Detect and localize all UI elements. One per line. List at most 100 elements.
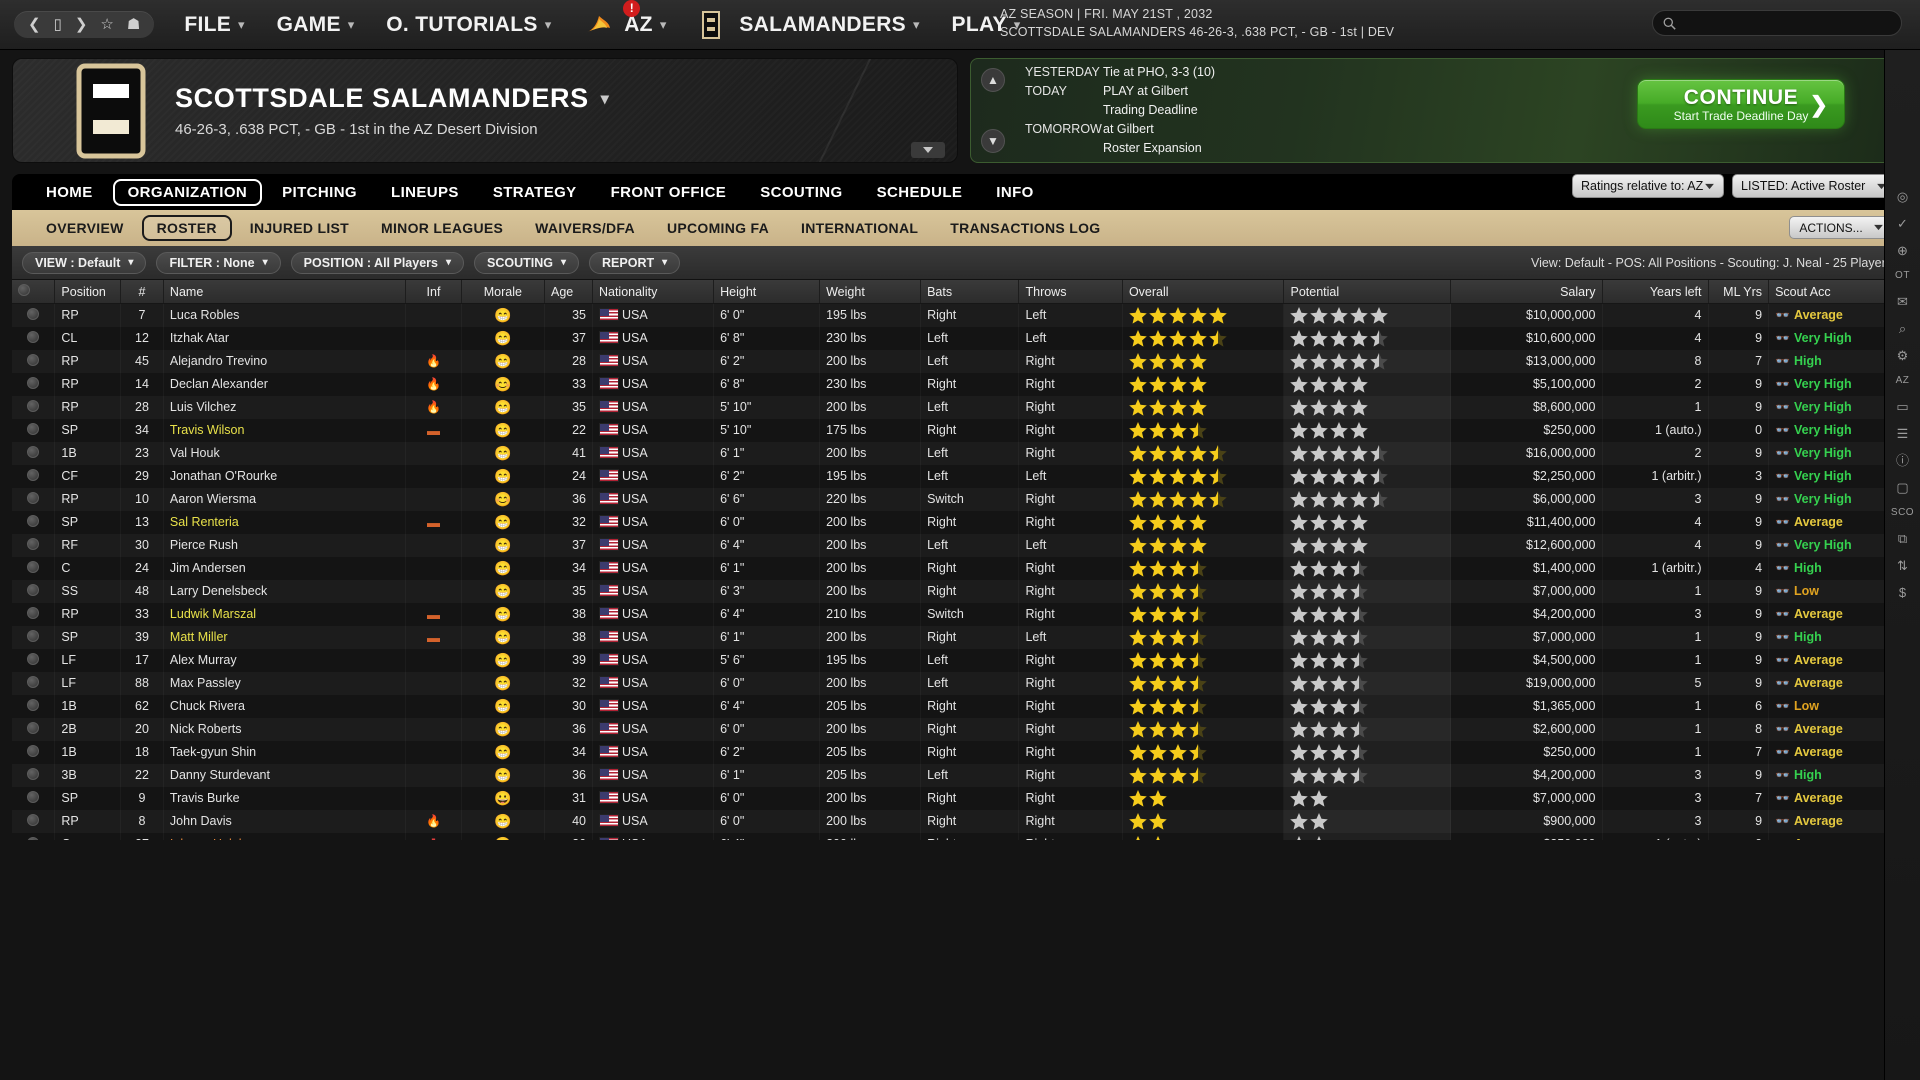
table-row[interactable]: LF 17 Alex Murray 😁 39 USA 5' 6" 195 lbs Left Rig… bbox=[12, 648, 1908, 672]
cell-name[interactable]: Pierce Rush bbox=[163, 534, 405, 557]
filter-button-2[interactable]: POSITION : All Players ▾ bbox=[290, 251, 465, 274]
rail-mail-icon[interactable]: ✉ bbox=[1897, 295, 1908, 308]
row-select-radio[interactable] bbox=[12, 511, 55, 534]
player-name-link[interactable]: Jim Andersen bbox=[170, 561, 246, 575]
table-row[interactable]: SS 48 Larry Denelsbeck 😁 35 USA 6' 3" 200 lbs Ri… bbox=[12, 579, 1908, 603]
column-header-salary[interactable]: Salary bbox=[1450, 280, 1603, 304]
subtab-transactions-log[interactable]: TRANSACTIONS LOG bbox=[936, 216, 1114, 240]
tab-home[interactable]: HOME bbox=[32, 180, 107, 205]
rail-gear-icon[interactable]: ⚙ bbox=[1897, 349, 1909, 362]
column-header-position[interactable]: Position bbox=[54, 280, 122, 304]
cell-name[interactable]: Larry Denelsbeck bbox=[163, 580, 405, 603]
browser-nav-pill[interactable]: ❮ ▯ ❯ ☆ ☗ bbox=[14, 11, 155, 38]
player-name-link[interactable]: Alejandro Trevino bbox=[170, 354, 267, 368]
row-select-radio[interactable] bbox=[12, 626, 55, 649]
rail-dollar-icon[interactable]: $ bbox=[1899, 586, 1906, 599]
menu-file[interactable]: FILE ▾ bbox=[184, 13, 244, 37]
row-select-radio[interactable] bbox=[12, 718, 55, 741]
player-name-link[interactable]: Iokewe Holeka bbox=[170, 837, 252, 840]
player-name-link[interactable]: Luis Vilchez bbox=[170, 400, 236, 414]
table-row[interactable]: C27Iokewe Holeka✚😁26USA6' 4"200 lbsRight… bbox=[12, 832, 1908, 840]
player-name-link[interactable]: Nick Roberts bbox=[170, 722, 242, 736]
column-header-throws[interactable]: Throws bbox=[1018, 280, 1123, 304]
player-name-link[interactable]: Chuck Rivera bbox=[170, 699, 245, 713]
cell-name[interactable]: Val Houk bbox=[163, 442, 405, 465]
rail-info-icon[interactable]: ⓘ bbox=[1896, 454, 1909, 467]
table-row[interactable]: SP 39 Matt Miller ▬ 😁 38 USA 6' 1" 200 lbs Right L… bbox=[12, 625, 1908, 649]
row-select-radio[interactable] bbox=[12, 649, 55, 672]
rail-check-icon[interactable]: ✓ bbox=[1897, 217, 1908, 230]
filter-button-4[interactable]: REPORT ▾ bbox=[589, 251, 681, 274]
subtab-minor-leagues[interactable]: MINOR LEAGUES bbox=[367, 216, 517, 240]
column-header-height[interactable]: Height bbox=[713, 280, 821, 304]
column-header-bats[interactable]: Bats bbox=[920, 280, 1020, 304]
rail-chart-icon[interactable]: ☰ bbox=[1897, 427, 1909, 440]
tab-info[interactable]: INFO bbox=[982, 180, 1047, 205]
column-header-inf[interactable]: Inf bbox=[405, 280, 462, 304]
menu-tutorials[interactable]: O. TUTORIALS ▾ bbox=[386, 13, 551, 37]
column-header-name[interactable]: Name bbox=[163, 280, 407, 304]
table-row[interactable]: RP 45 Alejandro Trevino 🔥 😁 28 USA 6' 2" 200 lbs… bbox=[12, 349, 1908, 373]
player-name-link[interactable]: John Davis bbox=[170, 814, 232, 828]
back-arrow-icon[interactable]: ❮ bbox=[28, 17, 41, 32]
table-row[interactable]: CL 12 Itzhak Atar 😁 37 USA 6' 8" 230 lbs Left Lef… bbox=[12, 326, 1908, 350]
cell-name[interactable]: Max Passley bbox=[163, 672, 405, 695]
rail-screen-icon[interactable]: ▢ bbox=[1896, 481, 1908, 494]
row-select-radio[interactable] bbox=[12, 741, 55, 764]
column-header-potential[interactable]: Potential bbox=[1283, 280, 1452, 304]
row-select-radio[interactable] bbox=[12, 419, 55, 442]
cell-name[interactable]: Sal Renteria bbox=[163, 511, 405, 534]
search-input[interactable] bbox=[1652, 10, 1902, 36]
cell-name[interactable]: Luca Robles bbox=[163, 304, 405, 327]
row-select-radio[interactable] bbox=[12, 764, 55, 787]
player-name-link[interactable]: Jonathan O'Rourke bbox=[170, 469, 277, 483]
tab-scouting[interactable]: SCOUTING bbox=[746, 180, 856, 205]
player-name-link[interactable]: Aaron Wiersma bbox=[170, 492, 256, 506]
cell-name[interactable]: Matt Miller bbox=[163, 626, 405, 649]
row-select-radio[interactable] bbox=[12, 833, 55, 840]
menu-game[interactable]: GAME ▾ bbox=[277, 13, 355, 37]
cell-name[interactable]: Itzhak Atar bbox=[163, 327, 405, 350]
cell-name[interactable]: Alex Murray bbox=[163, 649, 405, 672]
row-select-radio[interactable] bbox=[12, 488, 55, 511]
cell-name[interactable]: Iokewe Holeka bbox=[163, 833, 405, 840]
player-name-link[interactable]: Travis Burke bbox=[170, 791, 240, 805]
rail-search-icon[interactable]: ⌕ bbox=[1899, 322, 1906, 335]
column-header-weight[interactable]: Weight bbox=[819, 280, 922, 304]
row-select-radio[interactable] bbox=[12, 603, 55, 626]
row-select-radio[interactable] bbox=[12, 787, 55, 810]
table-row[interactable]: 2B 20 Nick Roberts 😁 36 USA 6' 0" 200 lbs Right R… bbox=[12, 717, 1908, 741]
table-row[interactable]: 1B 18 Taek-gyun Shin 😁 34 USA 6' 2" 205 lbs Righ… bbox=[12, 740, 1908, 764]
subtab-international[interactable]: INTERNATIONAL bbox=[787, 216, 932, 240]
menu-league-az[interactable]: AZ ▾ ! bbox=[583, 0, 666, 38]
cell-name[interactable]: Chuck Rivera bbox=[163, 695, 405, 718]
subtab-injured-list[interactable]: INJURED LIST bbox=[236, 216, 363, 240]
rail-globe-icon[interactable]: ⊕ bbox=[1897, 244, 1908, 257]
filter-button-0[interactable]: VIEW : Default ▾ bbox=[22, 251, 147, 274]
table-row[interactable]: RP 33 Ludwik Marszal ▬ 😁 38 USA 6' 4" 210 lbs Swi… bbox=[12, 602, 1908, 626]
ratings-relative-dropdown[interactable]: Ratings relative to: AZ bbox=[1572, 174, 1724, 198]
tab-lineups[interactable]: LINEUPS bbox=[377, 180, 473, 205]
table-row[interactable]: 3B 22 Danny Sturdevant 😁 36 USA 6' 1" 205 lbs Le… bbox=[12, 763, 1908, 787]
star-icon[interactable]: ☆ bbox=[100, 17, 113, 32]
row-select-radio[interactable] bbox=[12, 327, 55, 350]
actions-button[interactable]: ACTIONS... bbox=[1789, 216, 1894, 239]
rail-monitor-icon[interactable]: ▭ bbox=[1896, 400, 1908, 413]
player-name-link[interactable]: Val Houk bbox=[170, 446, 220, 460]
player-name-link[interactable]: Danny Sturdevant bbox=[170, 768, 270, 782]
tab-pitching[interactable]: PITCHING bbox=[268, 180, 371, 205]
schedule-prev-button[interactable]: ▲ bbox=[981, 68, 1005, 92]
column-header-years-left[interactable]: Years left bbox=[1602, 280, 1709, 304]
continue-button[interactable]: CONTINUE Start Trade Deadline Day ❯ bbox=[1637, 79, 1845, 129]
select-all-radio[interactable] bbox=[18, 284, 30, 296]
rail-sco[interactable]: SCO bbox=[1891, 508, 1914, 518]
chevron-down-icon[interactable]: ▾ bbox=[601, 89, 610, 109]
table-row[interactable]: 1B 62 Chuck Rivera 😁 30 USA 6' 4" 205 lbs Right R… bbox=[12, 694, 1908, 718]
rail-az[interactable]: AZ bbox=[1896, 376, 1910, 386]
cell-name[interactable]: Danny Sturdevant bbox=[163, 764, 405, 787]
rail-ot[interactable]: OT bbox=[1895, 271, 1910, 281]
table-row[interactable]: CF 29 Jonathan O'Rourke 😁 24 USA 6' 2" 195 lbs L… bbox=[12, 464, 1908, 488]
home-icon[interactable]: ☗ bbox=[127, 17, 140, 32]
rail-swap-icon[interactable]: ⇅ bbox=[1897, 559, 1908, 572]
player-name-link[interactable]: Pierce Rush bbox=[170, 538, 238, 552]
